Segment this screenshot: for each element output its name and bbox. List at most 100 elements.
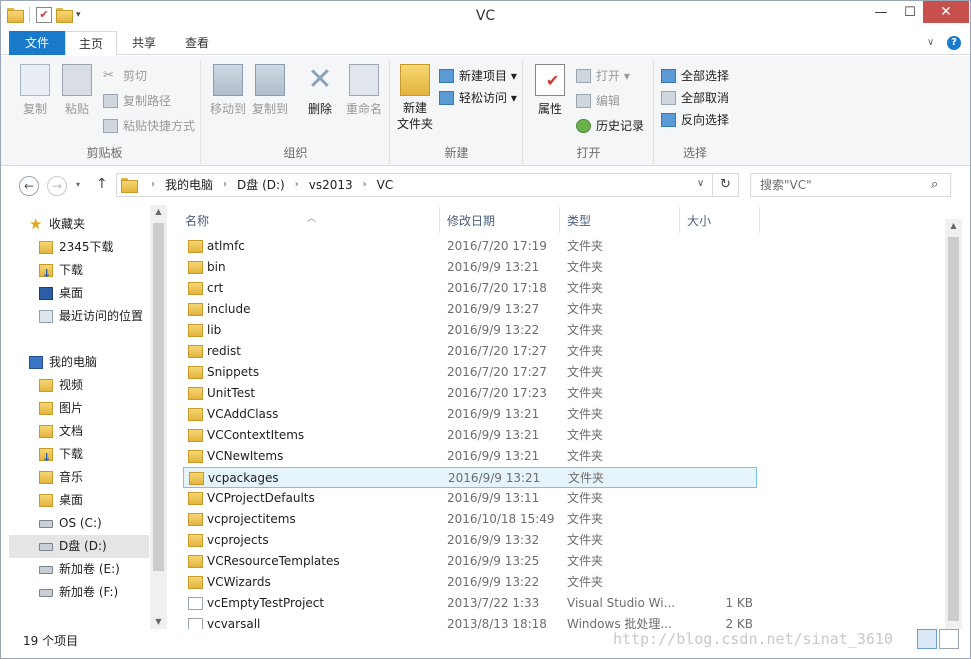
back-button[interactable]: ← — [19, 176, 39, 196]
tab-home[interactable]: 主页 — [65, 31, 117, 56]
up-arrow-icon[interactable]: ↑ — [96, 176, 108, 192]
nav-item-music[interactable]: 音乐 — [1, 466, 151, 489]
column-header-date[interactable]: 修改日期 — [447, 210, 495, 232]
copy-path-button[interactable]: 复制路径 — [103, 91, 171, 111]
table-row[interactable]: lib 2016/9/9 13:22 文件夹 — [183, 320, 757, 341]
delete-button[interactable]: ✕ 删除 — [300, 64, 340, 117]
table-row[interactable]: include 2016/9/9 13:27 文件夹 — [183, 299, 757, 320]
column-divider[interactable] — [439, 207, 440, 233]
nav-computer[interactable]: 我的电脑 — [1, 351, 151, 374]
copy-button[interactable]: 复制 — [17, 64, 53, 117]
table-row[interactable]: redist 2016/7/20 17:27 文件夹 — [183, 341, 757, 362]
tab-file[interactable]: 文件 — [9, 31, 65, 55]
column-divider[interactable] — [759, 207, 760, 233]
table-row[interactable]: crt 2016/7/20 17:18 文件夹 — [183, 278, 757, 299]
paste-shortcut-icon — [103, 119, 118, 133]
paste-shortcut-button[interactable]: 粘贴快捷方式 — [103, 116, 195, 136]
select-none-button[interactable]: 全部取消 — [661, 88, 729, 108]
table-row[interactable]: VCAddClass 2016/9/9 13:21 文件夹 — [183, 404, 757, 425]
table-row[interactable]: VCResourceTemplates 2016/9/9 13:25 文件夹 — [183, 551, 757, 572]
chevron-right-icon[interactable]: › — [289, 174, 305, 196]
nav-item-drive-f[interactable]: 新加卷 (F:) — [1, 581, 151, 604]
nav-item-2345-downloads[interactable]: 2345下载 — [1, 236, 151, 259]
details-view-button[interactable] — [917, 629, 937, 649]
folder-icon — [189, 472, 204, 485]
column-header-type[interactable]: 类型 — [567, 210, 591, 232]
forward-button[interactable]: → — [47, 176, 67, 196]
properties-button[interactable]: 属性 — [530, 64, 570, 117]
file-type: Visual Studio Wi... — [567, 596, 676, 610]
table-row[interactable]: atlmfc 2016/7/20 17:19 文件夹 — [183, 236, 757, 257]
nav-scrollbar[interactable]: ▲ ▼ — [150, 205, 167, 629]
nav-item-pictures[interactable]: 图片 — [1, 397, 151, 420]
large-icons-view-button[interactable] — [939, 629, 959, 649]
scroll-up-icon[interactable]: ▲ — [945, 221, 962, 230]
new-item-button[interactable]: 新建项目 ▾ — [439, 66, 517, 86]
refresh-button[interactable]: ↻ — [713, 173, 739, 197]
column-divider[interactable] — [679, 207, 680, 233]
column-divider[interactable] — [559, 207, 560, 233]
close-button[interactable]: ✕ — [923, 1, 969, 23]
maximize-button[interactable]: ☐ — [896, 1, 924, 23]
edit-button[interactable]: 编辑 — [576, 91, 620, 111]
help-icon[interactable]: ? — [947, 36, 961, 50]
paste-button[interactable]: 粘贴 — [59, 64, 95, 117]
scroll-down-icon[interactable]: ▼ — [150, 617, 167, 626]
chevron-right-icon[interactable]: › — [217, 174, 233, 196]
expand-ribbon-icon[interactable]: ∨ — [927, 37, 934, 48]
rename-button[interactable]: 重命名 — [342, 64, 386, 117]
column-header-size[interactable]: 大小 — [687, 210, 711, 232]
nav-scrollbar-thumb[interactable] — [153, 223, 164, 571]
file-scrollbar-thumb[interactable] — [948, 237, 959, 621]
table-row[interactable]: vcprojectitems 2016/10/18 15:49 文件夹 — [183, 509, 757, 530]
nav-item-desktop[interactable]: 桌面 — [1, 282, 151, 305]
table-row[interactable]: VCProjectDefaults 2016/9/9 13:11 文件夹 — [183, 488, 757, 509]
open-button[interactable]: 打开 ▾ — [576, 66, 630, 86]
nav-item-videos[interactable]: 视频 — [1, 374, 151, 397]
invert-selection-button[interactable]: 反向选择 — [661, 110, 729, 130]
nav-item-drive-c[interactable]: OS (C:) — [1, 512, 151, 535]
chevron-right-icon[interactable]: › — [145, 174, 161, 196]
table-row[interactable]: Snippets 2016/7/20 17:27 文件夹 — [183, 362, 757, 383]
search-input[interactable]: 搜索"VC" ⌕ — [750, 173, 951, 197]
table-row[interactable]: UnitTest 2016/7/20 17:23 文件夹 — [183, 383, 757, 404]
table-row[interactable]: VCNewItems 2016/9/9 13:21 文件夹 — [183, 446, 757, 467]
table-row[interactable]: bin 2016/9/9 13:21 文件夹 — [183, 257, 757, 278]
column-header-name[interactable]: 名称 ︿ — [185, 210, 316, 232]
tab-share[interactable]: 共享 — [119, 31, 169, 55]
scroll-up-icon[interactable]: ▲ — [150, 207, 167, 216]
chevron-down-icon[interactable]: ∨ — [697, 178, 704, 189]
new-folder-button[interactable]: 新建 文件夹 — [395, 64, 435, 132]
cut-button[interactable]: ✂ 剪切 — [103, 66, 147, 86]
nav-item-recent[interactable]: 最近访问的位置 — [1, 305, 151, 328]
table-row[interactable]: VCWizards 2016/9/9 13:22 文件夹 — [183, 572, 757, 593]
history-button[interactable]: 历史记录 — [576, 116, 644, 136]
minimize-button[interactable]: — — [867, 1, 895, 23]
easy-access-button[interactable]: 轻松访问 ▾ — [439, 88, 517, 108]
nav-item-documents[interactable]: 文档 — [1, 420, 151, 443]
chevron-right-icon[interactable]: › — [357, 174, 373, 196]
breadcrumb-item[interactable]: VC — [373, 174, 398, 196]
table-row[interactable]: vcEmptyTestProject 2013/7/22 1:33 Visual S… — [183, 593, 757, 614]
table-row[interactable]: vcvarsall 2013/8/13 18:18 Windows 批处理... 2 … — [183, 614, 757, 629]
file-scrollbar[interactable]: ▲ — [945, 219, 962, 629]
address-bar[interactable]: › 我的电脑 › D盘 (D:) › vs2013 › VC ∨ — [116, 173, 713, 197]
nav-item-downloads[interactable]: 下载 — [1, 259, 151, 285]
copy-to-button[interactable]: 复制到 — [250, 64, 290, 117]
recent-locations-icon[interactable]: ▾ — [76, 180, 80, 189]
nav-item-drive-d[interactable]: D盘 (D:) — [9, 535, 149, 558]
table-row[interactable]: vcpackages 2016/9/9 13:21 文件夹 — [183, 467, 757, 488]
nav-favorites[interactable]: ★ 收藏夹 — [1, 213, 151, 236]
select-all-button[interactable]: 全部选择 — [661, 66, 729, 86]
nav-item-drive-e[interactable]: 新加卷 (E:) — [1, 558, 151, 581]
breadcrumb-item[interactable]: vs2013 — [305, 174, 357, 196]
table-row[interactable]: vcprojects 2016/9/9 13:32 文件夹 — [183, 530, 757, 551]
table-row[interactable]: VCContextItems 2016/9/9 13:21 文件夹 — [183, 425, 757, 446]
breadcrumb-item[interactable]: 我的电脑 — [161, 174, 217, 196]
move-to-button[interactable]: 移动到 — [208, 64, 248, 117]
nav-item-pc-downloads[interactable]: 下载 — [1, 443, 151, 469]
tab-view[interactable]: 查看 — [171, 31, 223, 55]
nav-item-pc-desktop[interactable]: 桌面 — [1, 489, 151, 512]
breadcrumb-item[interactable]: D盘 (D:) — [233, 174, 289, 196]
search-icon[interactable]: ⌕ — [931, 177, 938, 192]
